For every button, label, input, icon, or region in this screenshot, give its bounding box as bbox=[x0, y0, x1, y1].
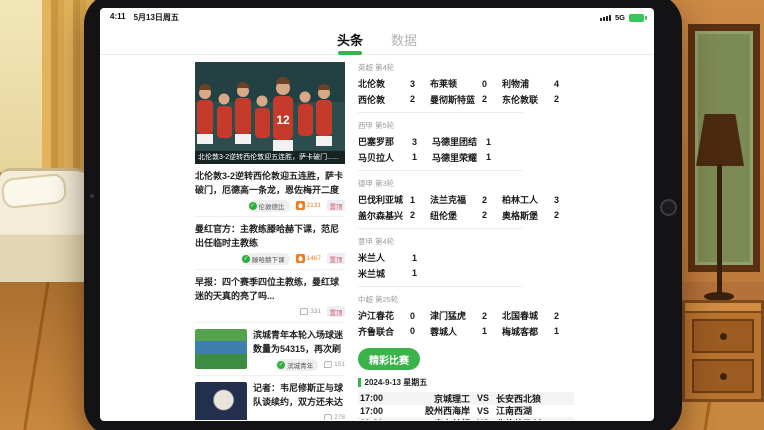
match-result[interactable]: 法兰克福2 纽伦堡2 bbox=[430, 192, 500, 223]
league-section: 中超 第25轮 沪江春花0 齐鲁联合0 津门猛虎2 蓉城人1 北国春城2 梅城客 bbox=[358, 294, 574, 339]
app-screen: 4:11 5月13日周五 5G 头条 数据 bbox=[100, 8, 654, 421]
pinned-badge: 置顶 bbox=[327, 200, 345, 211]
network-label: 5G bbox=[615, 13, 625, 22]
match-result[interactable]: 布莱顿0 曼彻斯特蓝2 bbox=[430, 76, 500, 107]
tab-data[interactable]: 数据 bbox=[391, 30, 417, 49]
match-result[interactable]: 马德里团结1 马德里荣耀1 bbox=[432, 134, 504, 165]
match-result[interactable]: 米兰人1 米兰城1 bbox=[358, 250, 430, 281]
active-tab-underline bbox=[338, 51, 362, 55]
league-section: 德甲 第3轮 巴伐利亚城1 盖尔森基兴2 法兰克福2 纽伦堡2 柏林工人3 奥格 bbox=[358, 178, 574, 229]
flame-icon bbox=[296, 254, 305, 263]
topic-tag[interactable]: ✓ 滕哈赫下课 bbox=[241, 253, 290, 265]
league-title: 德甲 第3轮 bbox=[358, 178, 574, 189]
news-item[interactable]: 早报：四个赛季四位主教练，曼红球迷的天真的亮了吗... 331 置顶 bbox=[195, 270, 345, 323]
clock: 4:11 bbox=[110, 12, 126, 23]
tablet-device: 4:11 5月13日周五 5G 头条 数据 bbox=[84, 0, 682, 430]
news-item[interactable]: 滨城青年本轮入场球迷数量为54315，再次刷新记录 ✓ 滨城青年 151 bbox=[195, 323, 345, 376]
fixture-date: 2024-9-13 星期五 bbox=[358, 377, 574, 388]
news-item[interactable]: 记者：韦尼修斯正与球队谈续约，双方还未达成一致 278 bbox=[195, 376, 345, 420]
tag-check-icon: ✓ bbox=[249, 202, 257, 210]
league-title: 英超 第4轮 bbox=[358, 62, 574, 73]
lamp-stem bbox=[717, 164, 722, 296]
main-content: 12 北伦敦3-2逆转西伦敦迎五连胜，萨卡破门...... 北伦敦3-2逆转西伦… bbox=[100, 55, 654, 420]
comment-icon bbox=[324, 414, 332, 420]
league-section: 英超 第4轮 北伦敦3 西伦敦2 布莱顿0 曼彻斯特蓝2 利物浦4 东伦敦联2 bbox=[358, 62, 574, 113]
pinned-badge: 置顶 bbox=[327, 253, 345, 264]
match-result[interactable]: 沪江春花0 齐鲁联合0 bbox=[358, 308, 428, 339]
featured-matches-button[interactable]: 精彩比赛 bbox=[358, 348, 420, 370]
league-section: 意甲 第4轮 米兰人1 米兰城1 bbox=[358, 236, 574, 287]
date-marker-icon bbox=[358, 378, 361, 387]
status-bar: 4:11 5月13日周五 5G bbox=[100, 8, 654, 24]
fixture-row[interactable]: 19:30 南安普顿 VS 北伦敦马刺 bbox=[358, 417, 574, 420]
match-result[interactable]: 巴伐利亚城1 盖尔森基兴2 bbox=[358, 192, 428, 223]
pinned-badge: 置顶 bbox=[327, 306, 345, 317]
hero-article[interactable]: 12 北伦敦3-2逆转西伦敦迎五连胜，萨卡破门...... bbox=[195, 62, 345, 164]
topic-tag[interactable]: ✓ 伦敦德比 bbox=[248, 200, 290, 212]
scores-panel: 英超 第4轮 北伦敦3 西伦敦2 布莱顿0 曼彻斯特蓝2 利物浦4 东伦敦联2 bbox=[358, 62, 574, 420]
hero-image: 12 bbox=[195, 62, 345, 164]
date: 5月13日周五 bbox=[134, 12, 179, 23]
comment-count: 151 bbox=[334, 361, 345, 368]
news-thumbnail bbox=[195, 329, 247, 369]
league-title: 意甲 第4轮 bbox=[358, 236, 574, 247]
topic-tag[interactable]: ✓ 滨城青年 bbox=[276, 359, 318, 371]
league-title: 西甲 第5轮 bbox=[358, 120, 574, 131]
hero-caption: 北伦敦3-2逆转西伦敦迎五连胜，萨卡破门...... bbox=[195, 151, 345, 164]
drawer bbox=[692, 359, 754, 393]
comment-count: 331 bbox=[310, 308, 321, 315]
league-title: 中超 第25轮 bbox=[358, 294, 574, 305]
front-camera bbox=[90, 194, 94, 198]
comment-count: 278 bbox=[334, 414, 345, 420]
news-feed: 12 北伦敦3-2逆转西伦敦迎五连胜，萨卡破门...... 北伦敦3-2逆转西伦… bbox=[195, 62, 345, 420]
match-result[interactable]: 柏林工人3 奥格斯堡2 bbox=[502, 192, 572, 223]
tag-check-icon: ✓ bbox=[242, 255, 250, 263]
drawer bbox=[692, 319, 754, 353]
home-button[interactable] bbox=[660, 199, 677, 216]
news-item[interactable]: 北伦敦3-2逆转西伦敦迎五连胜，萨卡破门，厄德高一条龙，恩佐梅开二度 ✓ 伦敦德… bbox=[195, 164, 345, 217]
battery-icon bbox=[629, 14, 644, 22]
fixture-row[interactable]: 17:00 胶州西海岸 VS 江南西湖 bbox=[358, 405, 574, 418]
comment-count: 2131 bbox=[307, 202, 321, 209]
match-result[interactable]: 津门猛虎2 蓉城人1 bbox=[430, 308, 500, 339]
comment-count: 1467 bbox=[307, 255, 321, 262]
flame-icon bbox=[296, 201, 305, 210]
league-section: 西甲 第5轮 巴塞罗那3 马贝拉人1 马德里团结1 马德里荣耀1 bbox=[358, 120, 574, 171]
news-item[interactable]: 曼红官方：主教练滕哈赫下课，范尼出任临时主教练 ✓ 滕哈赫下课 1467 置顶 bbox=[195, 217, 345, 270]
tab-bar: 头条 数据 bbox=[100, 24, 654, 55]
match-result[interactable]: 巴塞罗那3 马贝拉人1 bbox=[358, 134, 430, 165]
tab-headlines[interactable]: 头条 bbox=[337, 30, 363, 49]
svg-text:12: 12 bbox=[276, 113, 290, 127]
fixture-list: 17:00 京城理工 VS 长安西北狼 17:00 胶州西海岸 VS 江南西湖 … bbox=[358, 392, 574, 420]
match-result[interactable]: 北国春城2 梅城客都1 bbox=[502, 308, 572, 339]
nightstand bbox=[682, 300, 764, 402]
match-result[interactable]: 利物浦4 东伦敦联2 bbox=[502, 76, 572, 107]
comment-icon bbox=[324, 361, 332, 368]
signal-icon bbox=[600, 15, 611, 21]
match-result[interactable]: 北伦敦3 西伦敦2 bbox=[358, 76, 428, 107]
comment-icon bbox=[300, 308, 308, 315]
news-thumbnail bbox=[195, 382, 247, 420]
fixture-row[interactable]: 17:00 京城理工 VS 长安西北狼 bbox=[358, 392, 574, 405]
tag-check-icon: ✓ bbox=[277, 361, 285, 369]
